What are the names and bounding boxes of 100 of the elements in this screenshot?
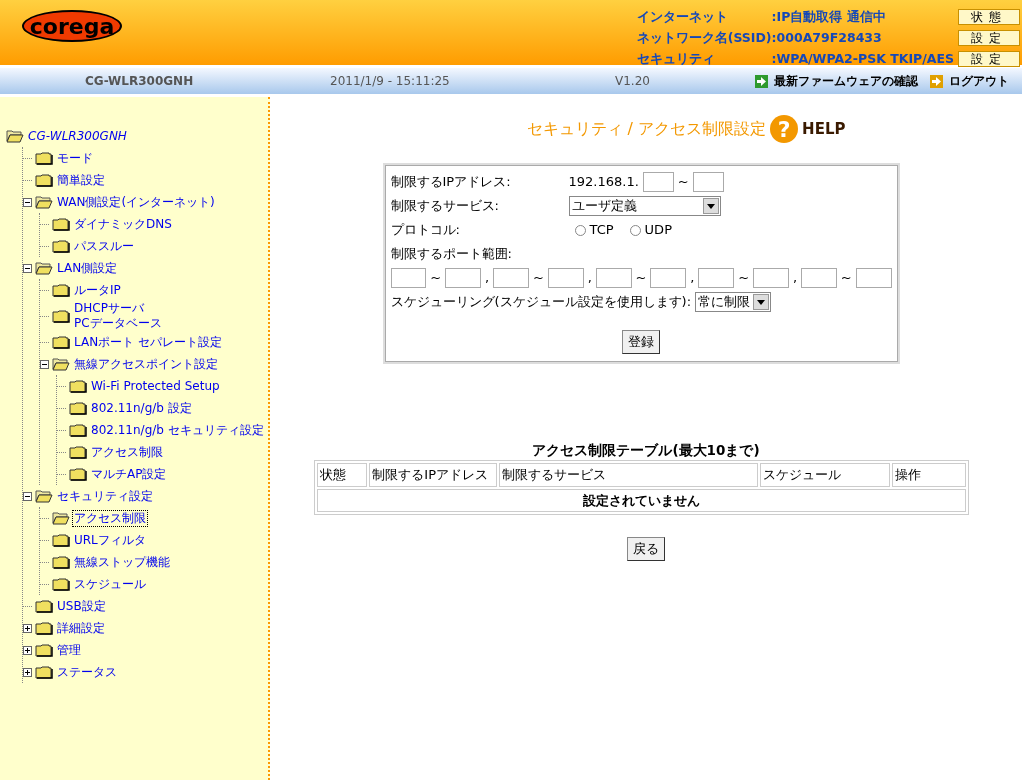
folder-icon [52, 555, 70, 569]
tree-item[interactable]: 簡単設定 [56, 172, 106, 188]
tree-item[interactable]: ダイナミックDNS [73, 216, 173, 232]
radio-button[interactable] [574, 224, 586, 236]
port-input[interactable] [753, 268, 789, 288]
schedule-select[interactable]: 常に制限 [695, 292, 772, 312]
service-select[interactable]: ユーザ定義 [568, 196, 721, 216]
port-input[interactable] [698, 268, 735, 288]
tree-item[interactable]: 802.11n/g/b セキュリティ設定 [90, 422, 265, 438]
tree-item[interactable]: ステータス [56, 664, 118, 680]
tree-item[interactable]: マルチAP設定 [90, 466, 168, 482]
back-button[interactable]: 戻る [627, 537, 665, 561]
range-separator: ~ [840, 269, 852, 288]
expand-icon[interactable] [23, 667, 32, 677]
tree-item[interactable]: URLフィルタ [73, 532, 147, 548]
port-input[interactable] [493, 268, 529, 288]
column-header: 状態 [316, 463, 368, 487]
help-link[interactable]: HELP [802, 117, 846, 141]
port-input[interactable] [390, 268, 427, 288]
model-name: CG-WLR300GNH [85, 73, 195, 90]
status-value: :000A79F28433 [771, 28, 883, 47]
tree-item[interactable]: パススルー [73, 238, 135, 254]
tree-item[interactable]: 無線ストップ機能 [73, 554, 171, 570]
folder-icon [35, 643, 53, 657]
tree-item[interactable]: LANポート セパレート設定 [73, 334, 223, 350]
tree-item[interactable]: 802.11n/g/b 設定 [90, 400, 193, 416]
tree-item[interactable]: スケジュール [73, 576, 147, 592]
open-folder-icon [35, 489, 53, 503]
folder-icon [52, 309, 70, 323]
collapse-icon[interactable] [40, 359, 49, 369]
tree-item[interactable]: セキュリティ設定 [56, 488, 154, 504]
range-separator: ~ [635, 269, 647, 288]
field-label: スケジューリング(スケジュール設定を使用します): [390, 293, 692, 312]
field-label: プロトコル: [390, 221, 461, 240]
folder-icon [69, 445, 87, 459]
folder-icon [35, 151, 53, 165]
port-input[interactable] [445, 268, 481, 288]
folder-icon [69, 379, 87, 393]
status-button[interactable]: 状態 [958, 9, 1020, 26]
column-header: 操作 [892, 463, 966, 487]
folder-icon [52, 283, 70, 297]
port-input[interactable] [650, 268, 687, 288]
status-label: インターネット [636, 8, 729, 26]
status-button[interactable]: 設定 [958, 50, 1020, 67]
folder-icon [69, 423, 87, 437]
tree-item[interactable]: DHCPサーバ PCデータベース [73, 301, 163, 331]
range-separator: ~ [738, 269, 750, 288]
tree-item[interactable]: モード [56, 150, 94, 166]
status-value: :IP自動取得 通信中 [771, 8, 887, 26]
tree-item[interactable]: USB設定 [56, 598, 107, 614]
empty-message: 設定されていません [316, 488, 966, 513]
ip-input[interactable] [692, 172, 724, 192]
open-folder-icon [35, 195, 53, 209]
nav-link[interactable]: ログアウト [930, 72, 1009, 90]
folder-icon [35, 173, 53, 187]
submit-button[interactable]: 登録 [622, 330, 660, 354]
folder-icon [52, 335, 70, 349]
port-input[interactable] [801, 268, 837, 288]
port-input[interactable] [595, 268, 632, 288]
column-header: 制限するサービス [498, 463, 758, 487]
port-input[interactable] [547, 268, 584, 288]
radio-button[interactable] [629, 224, 641, 236]
open-folder-icon [6, 129, 24, 143]
folder-icon [35, 621, 53, 635]
field-label: 制限するIPアドレス: [390, 173, 512, 192]
status-value: :WPA/WPA2-PSK TKIP/AES [771, 49, 955, 68]
tree-item[interactable]: 詳細設定 [56, 620, 106, 636]
ip-input[interactable] [642, 172, 674, 192]
status-label: ネットワーク名(SSID) [636, 28, 772, 47]
field-label: 制限するサービス: [390, 197, 500, 216]
status-label: セキュリティ [636, 49, 716, 68]
collapse-icon[interactable] [23, 491, 32, 501]
tree-item[interactable]: 管理 [56, 642, 82, 658]
tree-item[interactable]: ルータIP [73, 282, 122, 298]
collapse-icon[interactable] [23, 263, 32, 273]
collapse-icon[interactable] [23, 197, 32, 207]
radio-label: TCP [589, 221, 614, 240]
list-separator: , [485, 269, 490, 288]
tree-item[interactable]: Wi-Fi Protected Setup [90, 378, 221, 394]
expand-icon[interactable] [23, 645, 32, 655]
tree-item[interactable]: WAN側設定(インターネット) [56, 194, 216, 210]
tree-root[interactable]: CG-WLR300GNH [27, 128, 128, 144]
tree-item[interactable]: アクセス制限 [90, 444, 164, 460]
nav-link[interactable]: 最新ファームウェアの確認 [755, 72, 918, 90]
status-button[interactable]: 設定 [958, 30, 1020, 47]
datetime: 2011/1/9 - 15:11:25 [330, 73, 451, 90]
list-separator: , [587, 269, 592, 288]
folder-icon [52, 577, 70, 591]
port-input[interactable] [855, 268, 892, 288]
ip-prefix: 192.168.1. [568, 173, 639, 192]
logo: corega [22, 10, 122, 42]
tree-item[interactable]: アクセス制限 [73, 510, 147, 526]
list-separator: , [690, 269, 695, 288]
tree-item[interactable]: LAN側設定 [56, 260, 119, 276]
tree-item[interactable]: 無線アクセスポイント設定 [73, 356, 219, 372]
page-title: セキュリティ / アクセス制限設定 [526, 118, 767, 140]
field-label: 制限するポート範囲: [390, 245, 512, 264]
caret-icon [757, 299, 766, 305]
folder-icon [52, 217, 70, 231]
expand-icon[interactable] [23, 623, 32, 633]
